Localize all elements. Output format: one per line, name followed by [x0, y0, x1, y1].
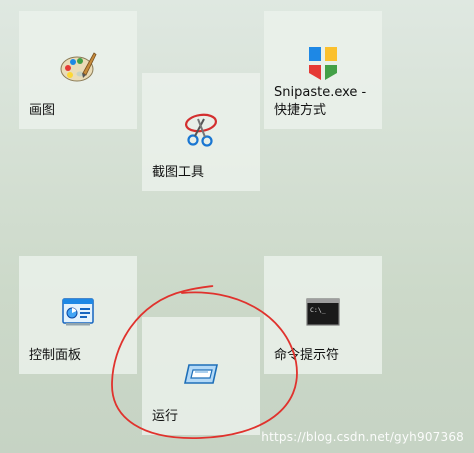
tile-control-panel[interactable]: 控制面板: [19, 256, 137, 374]
tile-label: 截图工具: [152, 165, 205, 180]
tile-label: 运行: [152, 409, 179, 424]
tile-snipaste[interactable]: Snipaste.exe - 快捷方式: [264, 11, 382, 129]
snipaste-logo-icon: [303, 43, 343, 83]
tile-label: Snipaste.exe - 快捷方式: [274, 85, 367, 118]
control-panel-icon: [58, 292, 98, 332]
scissors-icon: [181, 109, 221, 149]
tile-snipping-tool[interactable]: 截图工具: [142, 73, 260, 191]
tile-paint[interactable]: 画图: [19, 11, 137, 129]
tile-run[interactable]: 运行: [142, 317, 260, 435]
run-dialog-icon: [181, 353, 221, 393]
terminal-icon: C:\_: [303, 292, 343, 332]
watermark: https://blog.csdn.net/gyh907368: [261, 430, 464, 444]
tile-command-prompt[interactable]: C:\_ 命令提示符: [264, 256, 382, 374]
tile-label: 控制面板: [29, 348, 82, 363]
svg-text:C:\_: C:\_: [310, 306, 326, 314]
tile-label: 画图: [29, 103, 56, 118]
tile-label: 命令提示符: [274, 348, 340, 363]
paint-palette-icon: [58, 47, 98, 87]
